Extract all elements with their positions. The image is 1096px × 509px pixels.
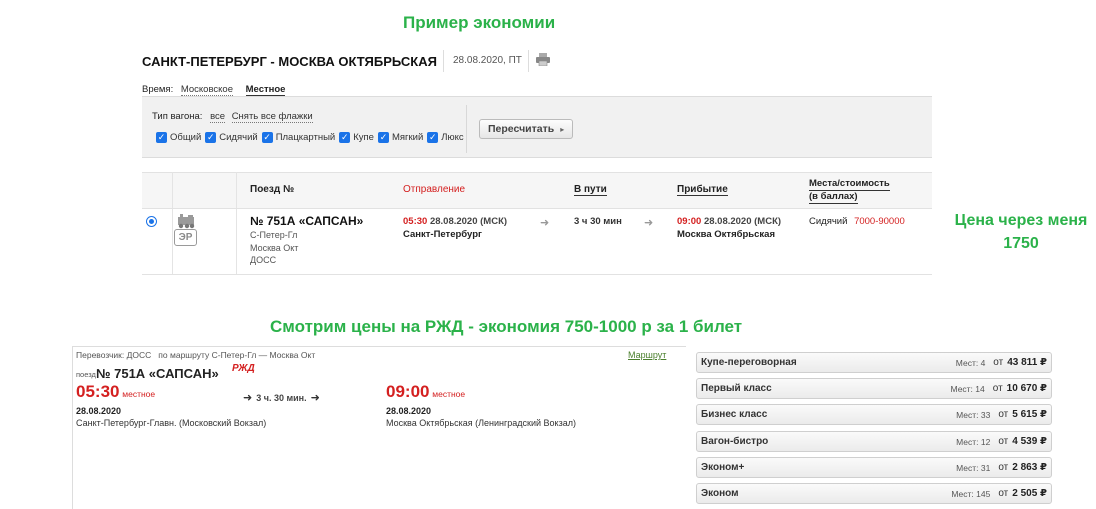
checkmark-icon: ✓: [427, 132, 439, 143]
checkmark-icon: ✓: [156, 132, 167, 143]
rzd-arrival-station: Москва Октябрьская (Ленинградский Вокзал…: [386, 418, 576, 428]
rzd-duration: ➜ 3 ч. 30 мин. ➜: [243, 392, 320, 404]
divider: [236, 172, 237, 274]
print-icon[interactable]: [536, 53, 550, 69]
divider: [172, 172, 173, 274]
wagon-type-label: Тип вагона:: [152, 111, 203, 122]
train-select-radio[interactable]: [146, 216, 157, 227]
header-duration[interactable]: В пути: [574, 184, 607, 196]
time-local-link[interactable]: Местное: [245, 84, 286, 96]
wagon-type-row: Тип вагона: все Снять все флажки: [152, 111, 313, 123]
divider: [142, 208, 932, 209]
rzd-arrival-time: 09:00 местное: [386, 382, 466, 401]
carrier-info: Перевозчик: ДОСС по маршруту С-Петер-Гл …: [76, 350, 316, 360]
wagon-type-checkboxes: ✓ Общий ✓ Сидячий ✓ Плацкартный ✓ Купе ✓ Мягк…: [156, 132, 468, 143]
checkbox-platskart[interactable]: ✓ Плацкартный: [261, 132, 335, 143]
arrival-station: Москва Октябрьская: [677, 229, 775, 240]
annotation-rzd-prices: Смотрим цены на РЖД - экономия 750-1000 …: [270, 317, 743, 336]
travel-duration: 3 ч 30 мин: [574, 216, 622, 227]
rzd-departure-station: Санкт-Петербург-Главн. (Московский Вокза…: [76, 418, 267, 428]
arrow-right-icon: ➜: [540, 217, 550, 229]
train-name: № 751А «САПСАН»: [250, 214, 364, 228]
class-option-economy[interactable]: Эконом Мест: 145 от 2 505 ₽: [696, 483, 1052, 504]
header-departure[interactable]: Отправление: [403, 184, 465, 195]
divider: [142, 274, 932, 275]
checkbox-obshchiy[interactable]: ✓ Общий: [156, 132, 201, 143]
rzd-departure-time: 05:30 местное: [76, 382, 156, 401]
time-selector: Время: Московское Местное: [142, 84, 286, 96]
train-label: поезд: [76, 370, 96, 379]
header-train: Поезд №: [250, 184, 295, 195]
route-link[interactable]: Маршрут: [628, 350, 666, 360]
checkbox-myagkiy[interactable]: ✓ Мягкий: [377, 132, 423, 143]
checkmark-icon: ✓: [205, 132, 217, 143]
checkbox-lyuks[interactable]: ✓ Люкс: [427, 132, 464, 143]
class-option-business[interactable]: Бизнес класс Мест: 33 от 5 615 ₽: [696, 404, 1052, 425]
header-arrival[interactable]: Прибытие: [677, 184, 728, 196]
annotation-economy-example: Пример экономии: [403, 13, 556, 32]
departure-station: Санкт-Петербург: [403, 229, 482, 240]
rzd-departure-date: 28.08.2020: [76, 406, 122, 416]
clear-all-link[interactable]: Снять все флажки: [231, 111, 313, 123]
recalculate-button[interactable]: Пересчитать ▸: [479, 119, 574, 139]
arrow-right-icon: ➜: [644, 217, 654, 229]
chevron-right-icon: ▸: [560, 124, 565, 134]
divider: [443, 50, 444, 72]
header-seats[interactable]: Места/стоимость (в баллах): [809, 178, 890, 204]
class-option-bistro[interactable]: Вагон-бистро Мест: 12 от 4 539 ₽: [696, 431, 1052, 452]
checkmark-icon: ✓: [261, 132, 273, 143]
checkbox-sidyachiy[interactable]: ✓ Сидячий: [205, 132, 258, 143]
arrow-right-icon: ➜: [243, 392, 253, 404]
checkbox-kupe[interactable]: ✓ Купе: [339, 132, 374, 143]
arrival-time: 09:00 28.08.2020 (МСК): [677, 216, 782, 227]
route-title: САНКТ-ПЕТЕРБУРГ - МОСКВА ОКТЯБРЬСКАЯ: [142, 54, 437, 69]
annotation-price-via-me: Цена через меня 1750: [954, 212, 1088, 252]
rzd-logo: РЖД: [232, 363, 255, 374]
class-option-kupe-peregovornaya[interactable]: Купе-переговорная Мест: 4 от 43 811 ₽: [696, 352, 1052, 373]
electronic-registration-badge: ЭР: [174, 229, 197, 246]
divider: [528, 50, 529, 72]
rzd-arrival-date: 28.08.2020: [386, 406, 432, 416]
select-all-link[interactable]: все: [210, 111, 226, 123]
rzd-train-name: № 751А «САПСАН»: [96, 366, 219, 381]
train-route: С-Петер-Гл Москва Окт ДОСС: [250, 230, 299, 265]
checkmark-icon: ✓: [377, 132, 389, 143]
class-option-economy-plus[interactable]: Эконом+ Мест: 31 от 2 863 ₽: [696, 457, 1052, 478]
wagon-filter-panel: Тип вагона: все Снять все флажки ✓ Общий …: [142, 96, 932, 158]
route-date: 28.08.2020, ПТ: [453, 55, 522, 66]
seat-price: Сидячий 7000-90000: [809, 216, 905, 227]
time-label: Время:: [142, 84, 174, 95]
arrow-right-icon: ➜: [310, 392, 320, 404]
time-moscow-link[interactable]: Московское: [180, 84, 233, 96]
divider: [466, 105, 467, 153]
departure-time: 05:30 28.08.2020 (МСК): [403, 216, 508, 227]
class-option-first-class[interactable]: Первый класс Мест: 14 от 10 670 ₽: [696, 378, 1052, 399]
checkmark-icon: ✓: [339, 132, 351, 143]
